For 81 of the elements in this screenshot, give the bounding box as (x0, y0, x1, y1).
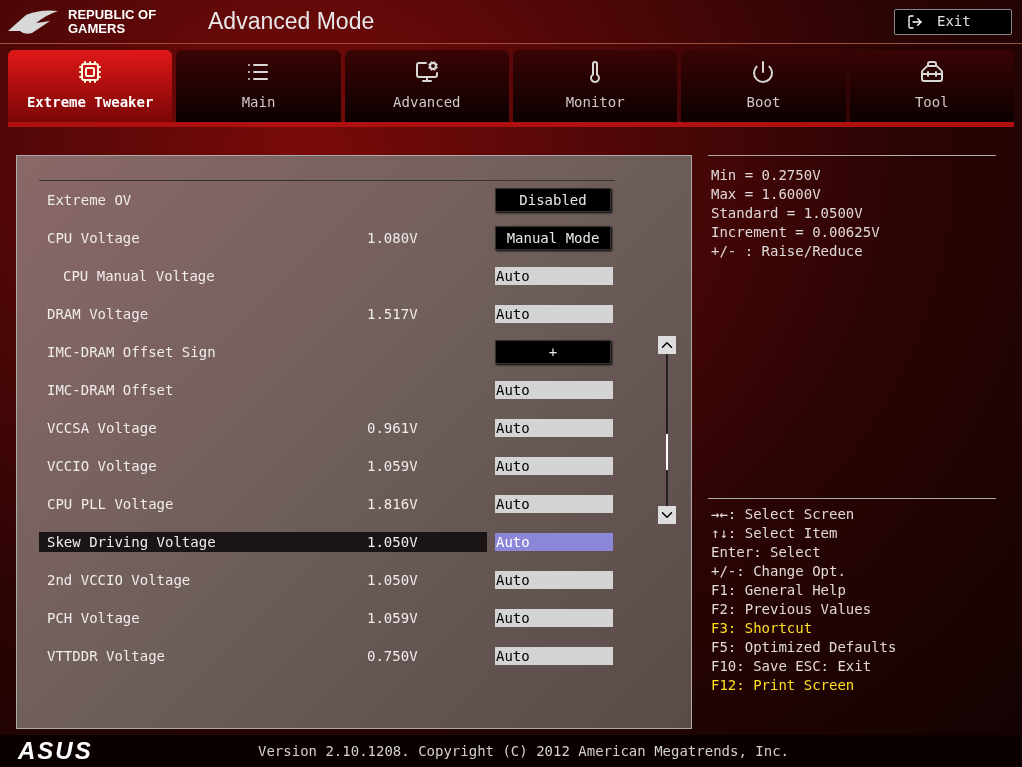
setting-row[interactable]: 2nd VCCIO Voltage 1.050V (39, 570, 487, 590)
chip-icon (78, 59, 103, 84)
option-button[interactable]: Manual Mode (495, 226, 611, 250)
setting-row[interactable]: CPU PLL Voltage 1.816V (39, 494, 487, 514)
setting-row[interactable]: PCH Voltage 1.059V (39, 608, 487, 628)
setting-label: VCCIO Voltage (46, 456, 158, 476)
scrollbar[interactable] (657, 336, 677, 524)
help-line: Standard = 1.0500V (711, 204, 864, 223)
setting-reading: 1.059V (367, 608, 418, 628)
toolbox-icon (919, 59, 944, 84)
help-line: Increment = 0.00625V (711, 223, 881, 242)
value-field[interactable]: Auto (495, 419, 613, 437)
tab[interactable]: Boot (681, 50, 846, 122)
brand-name: REPUBLIC OF GAMERS (68, 7, 158, 36)
scroll-down-icon (658, 506, 676, 524)
help-line: Min = 0.2750V (711, 166, 822, 185)
setting-row[interactable]: VTTDDR Voltage 0.750V (39, 646, 487, 666)
setting-row[interactable]: IMC-DRAM Offset (39, 380, 487, 400)
value-field[interactable]: Auto (495, 457, 613, 475)
setting-label: CPU Voltage (46, 228, 141, 248)
setting-reading: 1.050V (367, 570, 418, 590)
tab[interactable]: Tool (849, 50, 1014, 122)
setting-row[interactable]: CPU Voltage 1.080V (39, 228, 487, 248)
setting-row[interactable]: Extreme OV (39, 190, 487, 210)
setting-label: CPU PLL Voltage (46, 494, 175, 514)
key-hint: F12: Print Screen (711, 676, 856, 695)
setting-row[interactable]: Skew Driving Voltage 1.050V (39, 532, 487, 552)
setting-label: CPU Manual Voltage (62, 266, 216, 286)
setting-row[interactable]: VCCIO Voltage 1.059V (39, 456, 487, 476)
key-hint: F1: General Help (711, 581, 847, 600)
value-field[interactable]: Auto (495, 571, 613, 589)
setting-reading: 1.059V (367, 456, 418, 476)
setting-reading: 0.750V (367, 646, 418, 666)
setting-row[interactable]: IMC-DRAM Offset Sign (39, 342, 487, 362)
key-hint: F5: Optimized Defaults (711, 638, 898, 657)
power-icon (751, 59, 776, 84)
scroll-up-icon (658, 336, 676, 354)
asus-logo: ASUS (18, 736, 94, 766)
value-field[interactable]: Auto (495, 381, 613, 399)
setting-reading: 1.080V (367, 228, 418, 248)
setting-label: IMC-DRAM Offset (46, 380, 175, 400)
setting-row[interactable]: VCCSA Voltage 0.961V (39, 418, 487, 438)
setting-reading: 0.961V (367, 418, 418, 438)
key-hint: Enter: Select (711, 543, 822, 562)
setting-label: VCCSA Voltage (46, 418, 158, 438)
key-hint: +/-: Change Opt. (711, 562, 847, 581)
value-field[interactable]: Auto (495, 647, 613, 665)
value-field[interactable]: Auto (495, 267, 613, 285)
tab[interactable]: Monitor (513, 50, 678, 122)
key-hint: F2: Previous Values (711, 600, 873, 619)
key-hint: F10: Save ESC: Exit (711, 657, 873, 676)
setting-label: DRAM Voltage (46, 304, 150, 324)
option-button[interactable]: Disabled (495, 188, 611, 212)
tab[interactable]: Main (176, 50, 341, 122)
key-hint: →←: Select Screen (711, 505, 856, 524)
setting-reading: 1.517V (367, 304, 418, 324)
key-hint: F3: Shortcut (711, 619, 814, 638)
value-field[interactable]: Auto (495, 305, 613, 323)
setting-row[interactable]: CPU Manual Voltage (39, 266, 487, 286)
value-field[interactable]: Auto (495, 495, 613, 513)
setting-reading: 1.816V (367, 494, 418, 514)
page-title: Advanced Mode (208, 7, 375, 37)
setting-label: Extreme OV (46, 190, 133, 210)
tab[interactable]: Extreme Tweaker (8, 50, 173, 122)
setting-label: 2nd VCCIO Voltage (46, 570, 192, 590)
value-field[interactable]: Auto (495, 609, 613, 627)
setting-label: Skew Driving Voltage (46, 532, 217, 552)
setting-label: IMC-DRAM Offset Sign (46, 342, 217, 362)
setting-row[interactable]: DRAM Voltage 1.517V (39, 304, 487, 324)
setting-label: VTTDDR Voltage (46, 646, 166, 666)
version-text: Version 2.10.1208. Copyright (C) 2012 American Megatrends, Inc. (258, 741, 789, 761)
setting-label: PCH Voltage (46, 608, 141, 628)
monitor-gear-icon (414, 59, 439, 84)
option-button[interactable]: + (495, 340, 611, 364)
exit-icon (907, 13, 923, 30)
tab[interactable]: Advanced (344, 50, 509, 122)
setting-reading: 1.050V (367, 532, 418, 552)
help-line: Max = 1.6000V (711, 185, 822, 204)
exit-button[interactable]: Exit (894, 8, 1012, 35)
help-line: +/- : Raise/Reduce (711, 242, 864, 261)
key-hint: ↑↓: Select Item (711, 524, 839, 543)
